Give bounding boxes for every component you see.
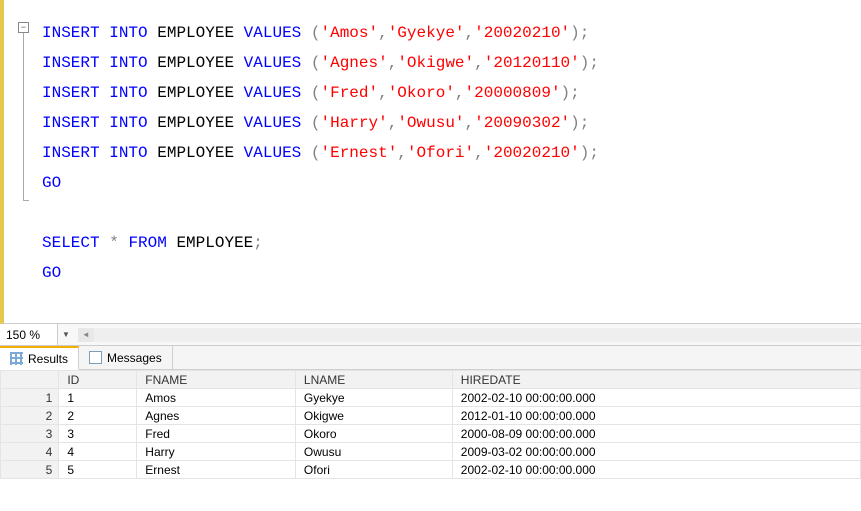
scroll-left-icon[interactable]: ◄ — [78, 328, 94, 342]
row-number[interactable]: 3 — [1, 425, 59, 443]
tab-messages[interactable]: Messages — [79, 346, 173, 369]
kw-values: VALUES — [244, 24, 302, 42]
zoom-level[interactable]: 150 % — [0, 324, 58, 345]
editor-gutter: − — [4, 0, 38, 323]
kw-go: GO — [42, 174, 61, 192]
kw-from: FROM — [128, 234, 166, 252]
messages-icon — [89, 351, 102, 364]
tab-results[interactable]: Results — [0, 346, 79, 370]
tab-label: Results — [28, 352, 68, 366]
fold-end — [23, 200, 29, 201]
fold-toggle-icon[interactable]: − — [18, 22, 29, 33]
obj-employee: EMPLOYEE — [157, 24, 234, 42]
corner-cell — [1, 371, 59, 389]
col-id[interactable]: ID — [59, 371, 137, 389]
horizontal-scrollbar[interactable]: ◄ — [74, 324, 861, 345]
kw-into: INTO — [109, 24, 147, 42]
results-grid[interactable]: ID FNAME LNAME HIREDATE 1 1 Amos Gyekye … — [0, 370, 861, 479]
tab-label: Messages — [107, 351, 162, 365]
table-row[interactable]: 5 5 Ernest Ofori 2002-02-10 00:00:00.000 — [1, 461, 861, 479]
sql-editor[interactable]: − INSERT INTO EMPLOYEE VALUES ('Amos','G… — [0, 0, 861, 324]
kw-select: SELECT — [42, 234, 100, 252]
sql-code[interactable]: INSERT INTO EMPLOYEE VALUES ('Amos','Gye… — [38, 0, 599, 323]
col-fname[interactable]: FNAME — [137, 371, 296, 389]
table-row[interactable]: 3 3 Fred Okoro 2000-08-09 00:00:00.000 — [1, 425, 861, 443]
col-lname[interactable]: LNAME — [295, 371, 452, 389]
chevron-down-icon[interactable]: ▼ — [58, 330, 74, 339]
result-tabs: Results Messages — [0, 346, 861, 370]
header-row: ID FNAME LNAME HIREDATE — [1, 371, 861, 389]
col-hiredate[interactable]: HIREDATE — [452, 371, 860, 389]
row-number[interactable]: 5 — [1, 461, 59, 479]
kw-insert: INSERT — [42, 24, 100, 42]
row-number[interactable]: 2 — [1, 407, 59, 425]
grid-icon — [10, 352, 23, 365]
table-row[interactable]: 1 1 Amos Gyekye 2002-02-10 00:00:00.000 — [1, 389, 861, 407]
scroll-track[interactable] — [94, 328, 861, 342]
table-row[interactable]: 2 2 Agnes Okigwe 2012-01-10 00:00:00.000 — [1, 407, 861, 425]
table-row[interactable]: 4 4 Harry Owusu 2009-03-02 00:00:00.000 — [1, 443, 861, 461]
fold-line — [23, 33, 24, 200]
row-number[interactable]: 1 — [1, 389, 59, 407]
row-number[interactable]: 4 — [1, 443, 59, 461]
zoom-bar: 150 % ▼ ◄ — [0, 324, 861, 346]
